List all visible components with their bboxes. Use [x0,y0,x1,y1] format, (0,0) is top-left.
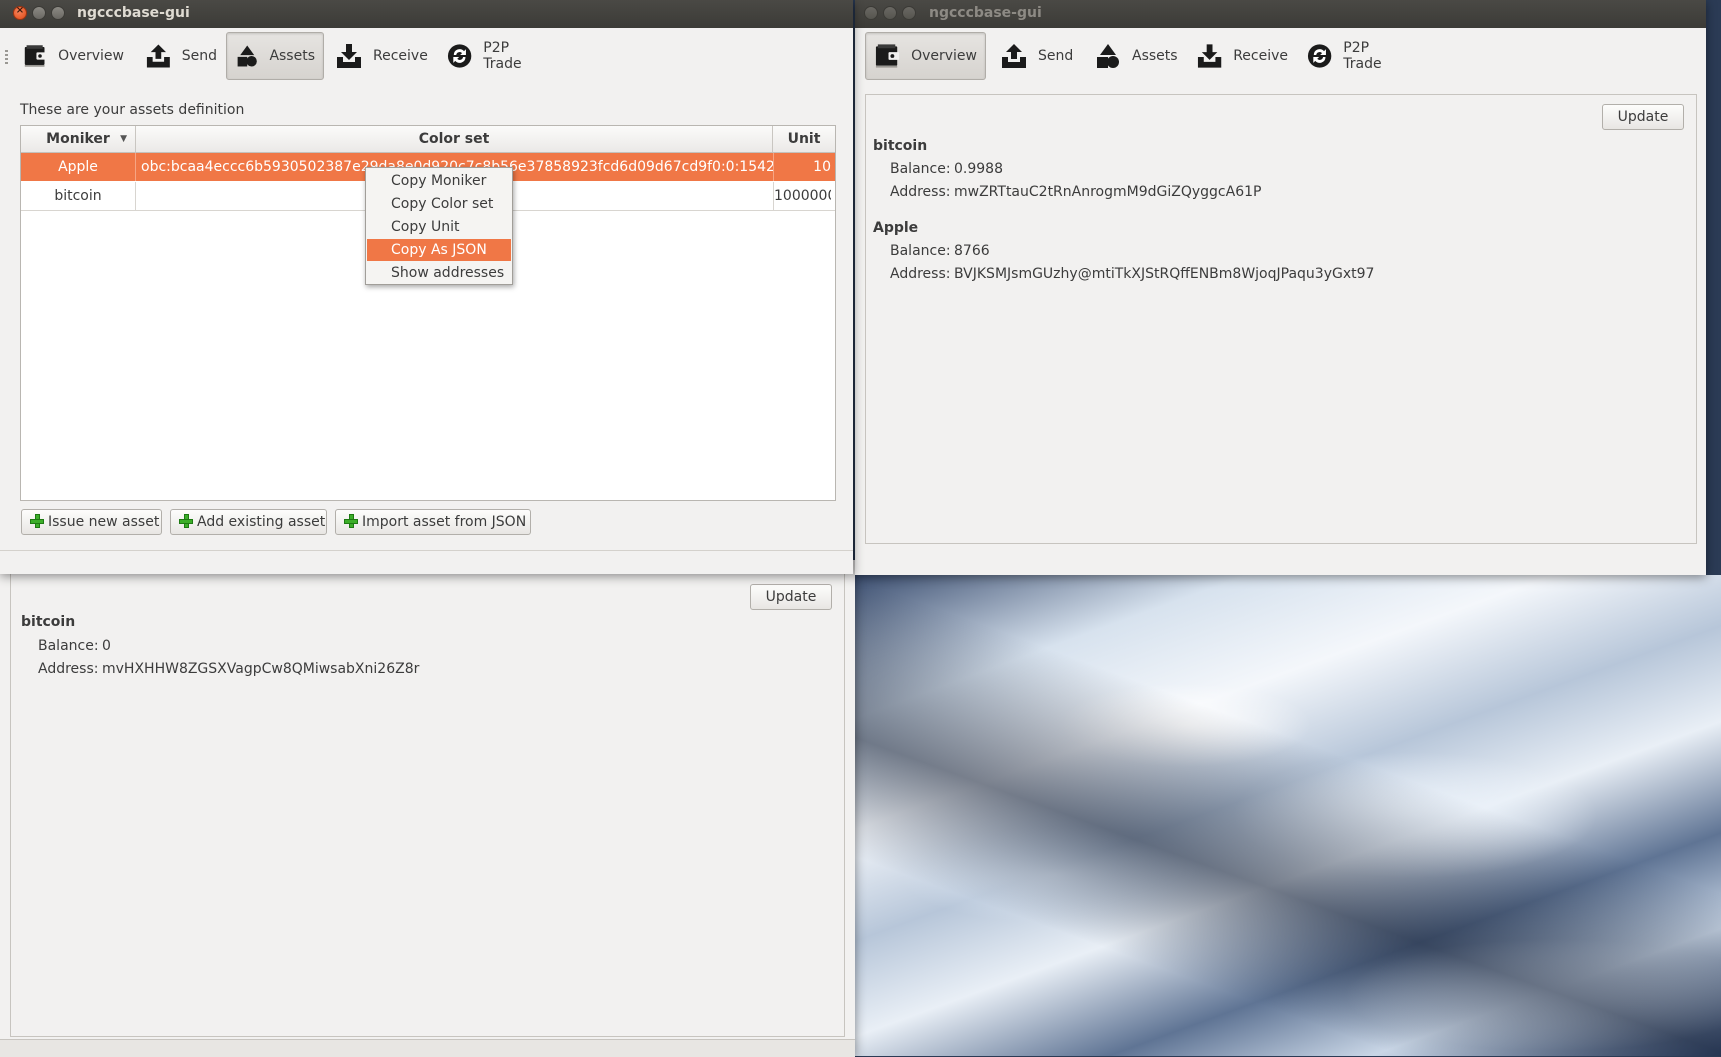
tab-label: Overview [911,48,977,64]
tab-p2p-trade[interactable]: P2P Trade [438,32,558,80]
balance-value: 0.9988 [954,161,1003,177]
menu-item-copy-unit[interactable]: Copy Unit [367,216,511,238]
moniker-cell: Apple [21,153,136,181]
wallet-icon [23,42,48,70]
right-window: ngcccbase-gui Overview Send Assets Recei… [855,0,1706,575]
balance-label: Balance: [890,161,951,177]
address-label: Address: [890,266,951,282]
tab-send[interactable]: Send [137,32,225,80]
tab-label: Receive [373,48,428,64]
tab-label: Assets [1132,48,1178,64]
address-value: mwZRTtauC2tRnAnrogmM9dGiZQyggcA61P [954,184,1262,200]
table-header: Moniker ▼ Color set Unit [21,126,835,153]
assets-icon [1094,42,1122,70]
p2p-trade-icon [1306,42,1333,70]
toolbar: Overview Send Assets Receive P2P Trade [0,28,853,86]
overview-frame [10,570,845,1037]
maximize-button[interactable] [51,6,65,20]
balance-label: Balance: [38,638,99,654]
address-label: Address: [38,661,99,677]
tab-label: P2P Trade [483,40,522,72]
plus-icon [344,514,358,528]
minimize-button[interactable] [883,6,897,20]
menu-item-copy-moniker[interactable]: Copy Moniker [367,170,511,192]
tab-assets[interactable]: Assets [226,32,324,80]
left-window: × ngcccbase-gui Overview Send Assets Rec… [0,0,853,574]
context-menu: Copy Moniker Copy Color set Copy Unit Co… [365,167,513,285]
tab-label: Receive [1233,48,1288,64]
tab-receive[interactable]: Receive [1188,32,1296,80]
close-button[interactable] [864,6,878,20]
tab-label: Send [181,48,217,64]
moniker-cell: bitcoin [21,182,136,210]
balance-value: 0 [102,638,111,654]
add-existing-asset-button[interactable]: Add existing asset [170,509,327,535]
tab-label: Send [1038,48,1074,64]
plus-icon [30,514,44,528]
receive-icon [1196,42,1223,70]
title-bar: ngcccbase-gui [855,0,1706,28]
asset-name: bitcoin [21,614,76,630]
toolbar: Overview Send Assets Receive P2P Trade [855,28,1706,86]
status-bar [0,1039,855,1057]
tab-label: P2P Trade [1343,40,1382,72]
tab-label: Overview [58,48,124,64]
tab-p2p-trade[interactable]: P2P Trade [1298,32,1418,80]
tab-overview[interactable]: Overview [865,32,986,80]
toolbar-grip[interactable] [5,50,8,64]
minimize-button[interactable] [32,6,46,20]
tab-receive[interactable]: Receive [327,32,437,80]
receive-icon [335,42,363,70]
asset-name: bitcoin [873,138,928,154]
column-header-color-set[interactable]: Color set [136,126,773,152]
title-bar: × ngcccbase-gui [0,0,853,28]
menu-item-copy-as-json[interactable]: Copy As JSON [367,239,511,261]
address-value: BVJKSMJsmGUzhy@mtiTkXJStRQffENBm8WjoqJPa… [954,266,1375,282]
window-title: ngcccbase-gui [77,5,190,21]
unit-cell: 10 [813,159,831,175]
tab-assets[interactable]: Assets [1086,32,1186,80]
plus-icon [179,514,193,528]
background-window: Update bitcoin Balance: 0 Address: mvHXH… [0,560,855,1057]
address-label: Address: [890,184,951,200]
window-title: ngcccbase-gui [929,5,1042,21]
close-button[interactable]: × [13,5,27,20]
issue-new-asset-button[interactable]: Issue new asset [21,509,162,535]
desktop-wallpaper [855,575,1721,1056]
assets-heading: These are your assets definition [20,102,245,118]
status-divider [0,550,853,551]
balance-value: 8766 [954,243,990,259]
asset-name: Apple [873,220,919,236]
tab-overview[interactable]: Overview [15,32,132,80]
wallet-icon [874,42,901,70]
import-asset-from-json-button[interactable]: Import asset from JSON [335,509,531,535]
wallpaper-ridge-shadow [855,575,1721,1056]
p2p-trade-icon [446,42,473,70]
menu-item-copy-color-set[interactable]: Copy Color set [367,193,511,215]
unit-cell: 100000000 [774,188,831,204]
sort-indicator-icon: ▼ [120,134,127,144]
column-header-moniker[interactable]: Moniker ▼ [21,126,136,152]
send-icon [1000,42,1028,70]
update-button[interactable]: Update [750,584,832,610]
tab-label: Assets [269,48,315,64]
tab-send[interactable]: Send [992,32,1084,80]
assets-icon [235,42,259,70]
address-value: mvHXHHW8ZGSXVagpCw8QMiwsabXni26Z8r [102,661,420,677]
maximize-button[interactable] [902,6,916,20]
menu-item-show-addresses[interactable]: Show addresses [367,262,511,284]
balance-label: Balance: [890,243,951,259]
column-header-unit[interactable]: Unit [773,126,835,152]
update-button[interactable]: Update [1602,104,1684,130]
send-icon [145,42,172,70]
